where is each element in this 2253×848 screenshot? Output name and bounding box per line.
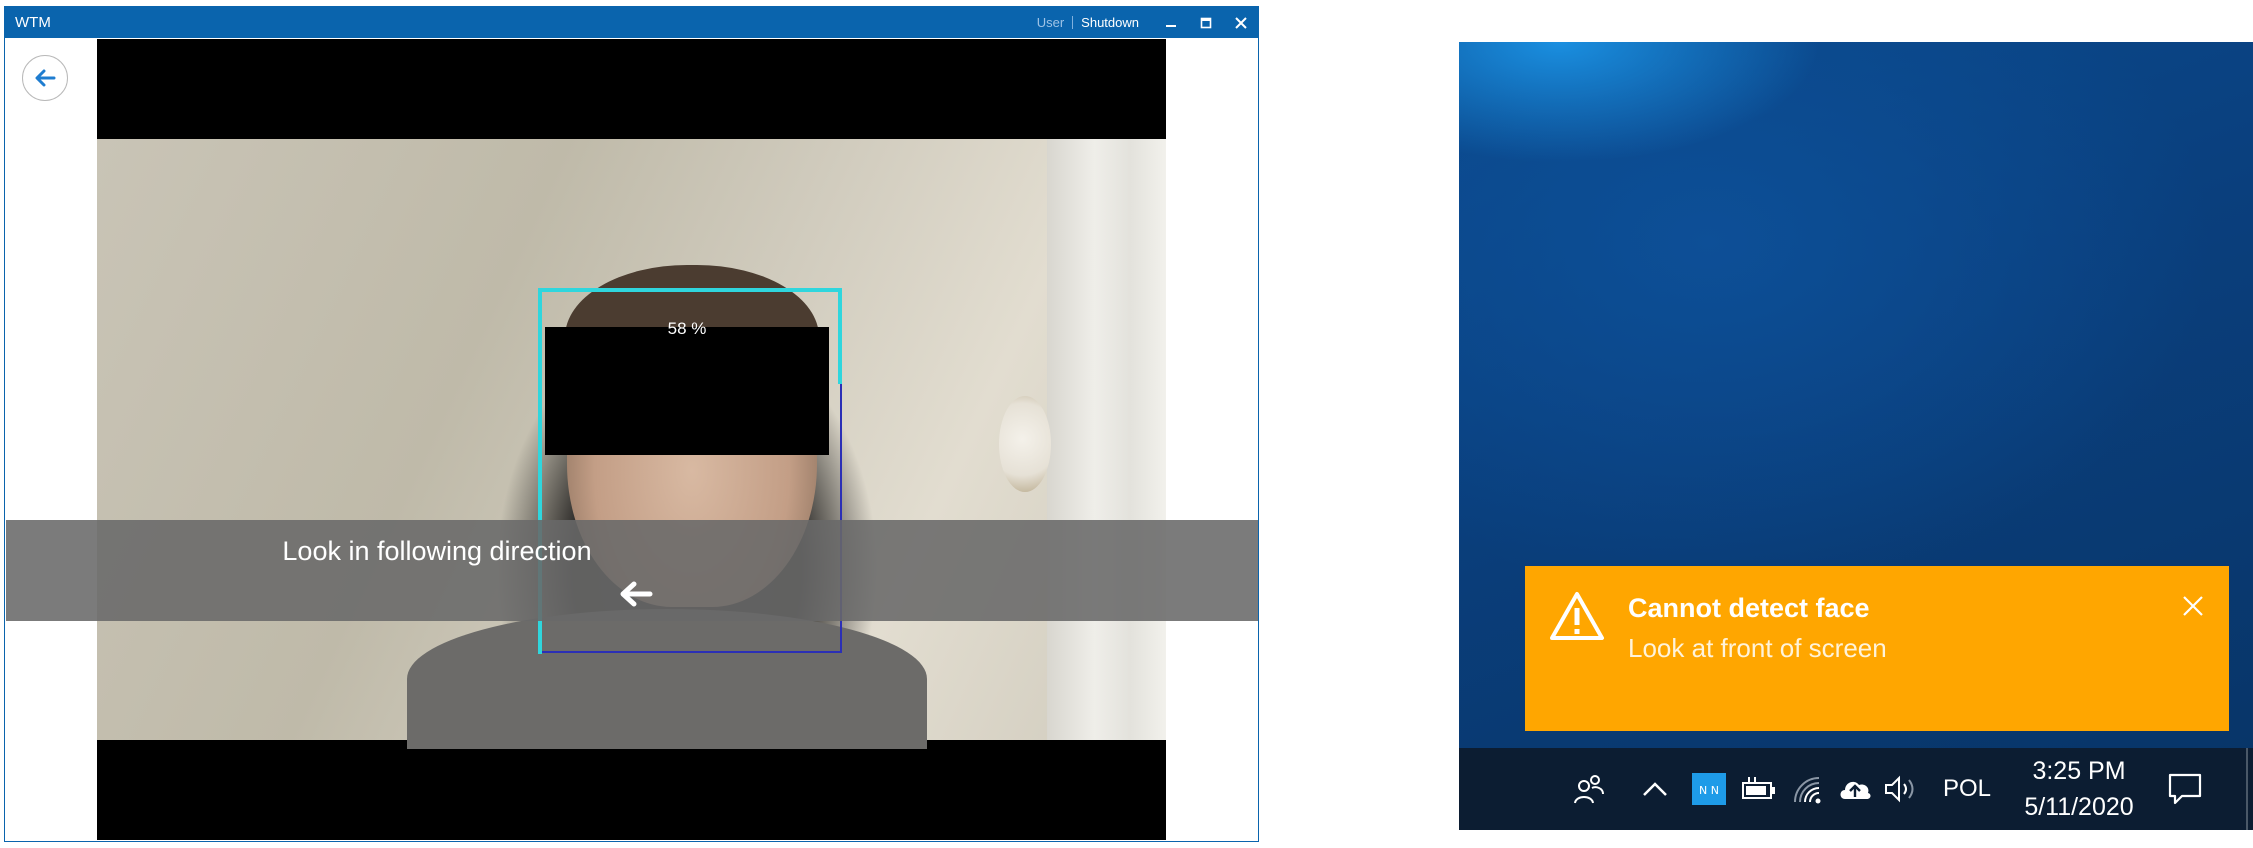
minimize-button[interactable] [1153,7,1188,38]
battery-button[interactable] [1739,748,1779,830]
wifi-icon [1794,777,1821,804]
title-bar-controls: User Shutdown [1029,7,1258,38]
notification-icon [2168,773,2202,805]
show-desktop-edge[interactable] [2246,748,2248,830]
close-icon[interactable] [2181,594,2205,618]
direction-guide-banner: Look in following direction [6,520,1258,621]
app-tray-button[interactable]: N N [1689,748,1729,830]
shutdown-link[interactable]: Shutdown [1073,15,1153,30]
chevron-up-icon [1643,782,1667,796]
battery-icon [1742,777,1775,799]
arrow-left-icon [35,69,56,87]
taskbar-date: 5/11/2020 [2024,793,2134,821]
app-tray-icon: N N [1692,773,1726,805]
close-button[interactable] [1223,7,1258,38]
taskbar-time: 3:25 PM [2032,757,2126,785]
arrow-left-icon [620,581,653,607]
minimize-icon [1165,24,1176,27]
close-icon [1234,16,1247,29]
direction-guide-text: Look in following direction [282,536,592,566]
desktop-background: Cannot detect face Look at front of scre… [1459,42,2253,830]
people-icon [1574,775,1604,804]
user-link[interactable]: User [1029,15,1072,30]
input-language-indicator[interactable]: POL [1937,748,1997,830]
maximize-icon [1200,17,1211,28]
wall-clock [999,396,1051,492]
action-center-button[interactable] [2155,748,2215,830]
show-hidden-icons-button[interactable] [1635,748,1675,830]
face-detection-box-edge [838,288,842,384]
camera-feed: 58 % [97,39,1166,840]
onedrive-button[interactable] [1833,748,1877,830]
people-button[interactable] [1564,748,1614,830]
app-title: WTM [15,14,51,31]
taskbar: N N POL 3:25 PM 5/11/2020 [1459,748,2253,830]
toast-title: Cannot detect face [1628,593,1870,623]
clock-button[interactable]: 3:25 PM 5/11/2020 [2009,748,2149,830]
network-button[interactable] [1787,748,1827,830]
wtm-window: WTM User Shutdown 58 % Look in following… [4,6,1259,842]
notification-toast[interactable]: Cannot detect face Look at front of scre… [1525,566,2229,731]
detection-confidence: 58 % [667,319,707,338]
maximize-button[interactable] [1188,7,1223,38]
volume-button[interactable] [1879,748,1925,830]
svg-text:N N: N N [1699,784,1719,797]
curtain [1047,139,1166,740]
volume-icon [1885,775,1914,803]
toast-message: Look at front of screen [1628,633,1887,663]
back-button[interactable] [22,55,68,101]
title-bar: WTM User Shutdown [5,7,1258,38]
onedrive-icon [1840,781,1871,799]
warning-icon [1550,592,1604,640]
